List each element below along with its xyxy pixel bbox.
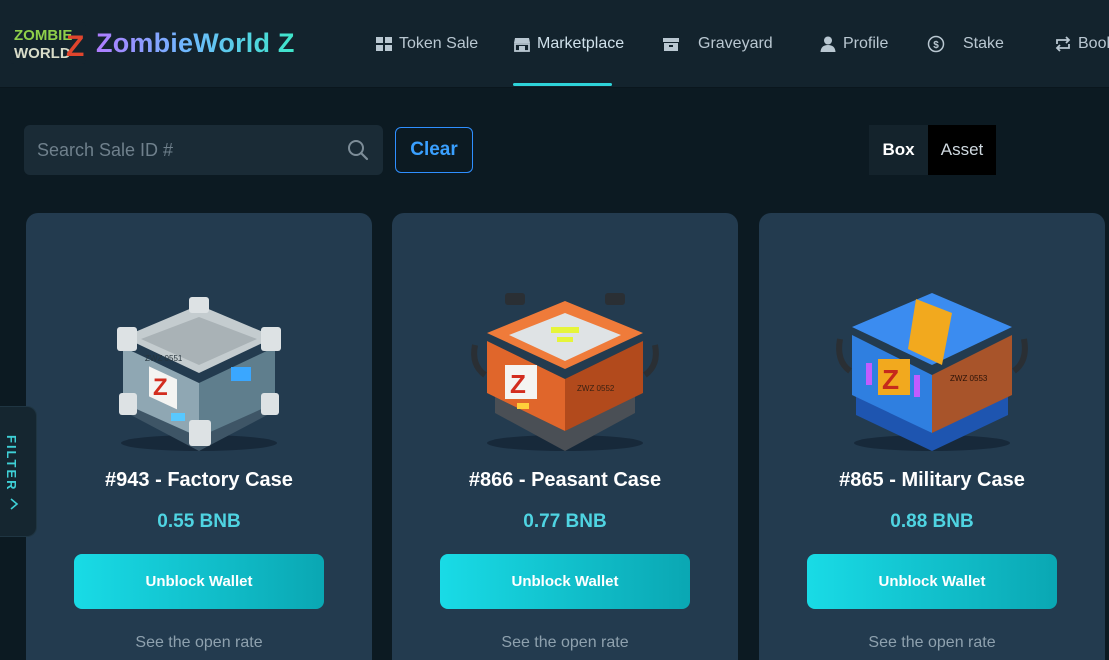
svg-text:Z: Z bbox=[882, 364, 899, 395]
peasant-case-image: Z ZWZ 0552 bbox=[471, 293, 659, 451]
box-icon bbox=[663, 38, 679, 51]
nav-book[interactable]: Book bbox=[1054, 0, 1109, 88]
nav-label: Book bbox=[1078, 35, 1109, 52]
search-box bbox=[24, 125, 383, 175]
product-card[interactable]: Z ZWZ 0551 #943 - Factory Case 0.55 BNB … bbox=[26, 213, 372, 660]
nav-marketplace[interactable]: Marketplace bbox=[513, 0, 624, 88]
svg-text:ZOMBIE: ZOMBIE bbox=[14, 27, 72, 44]
unblock-wallet-button[interactable]: Unblock Wallet bbox=[74, 554, 324, 609]
unblock-wallet-button[interactable]: Unblock Wallet bbox=[440, 554, 690, 609]
product-card[interactable]: Z ZWZ 0553 #865 - Military Case 0.88 BNB… bbox=[759, 213, 1105, 660]
nav-token-sale[interactable]: Token Sale bbox=[375, 0, 478, 88]
svg-text:WORLD: WORLD bbox=[14, 45, 71, 62]
box-code: ZWZ 0552 bbox=[577, 384, 615, 393]
brand-name[interactable]: ZombieWorld Z bbox=[96, 28, 295, 59]
nav-label: Graveyard bbox=[698, 35, 773, 52]
box-code: ZWZ 0553 bbox=[950, 374, 988, 383]
card-price: 0.55 BNB bbox=[157, 511, 241, 532]
zombieworld-logo[interactable]: ZOMBIE WORLD Z bbox=[10, 22, 86, 64]
military-case-image: Z ZWZ 0553 bbox=[836, 293, 1028, 451]
nav-stake[interactable]: $ Stake bbox=[927, 0, 1004, 88]
active-tab-indicator bbox=[513, 83, 612, 86]
nav-graveyard[interactable]: Graveyard bbox=[662, 0, 773, 88]
card-title: #865 - Military Case bbox=[839, 469, 1025, 491]
nav-label: Stake bbox=[963, 35, 1004, 52]
card-title: #866 - Peasant Case bbox=[468, 469, 662, 491]
factory-case-image: Z ZWZ 0551 bbox=[117, 297, 281, 451]
svg-text:Z: Z bbox=[66, 30, 84, 63]
nav-label: Profile bbox=[843, 35, 889, 52]
svg-text:Z: Z bbox=[153, 374, 168, 401]
card-price: 0.88 BNB bbox=[890, 511, 974, 532]
card-price: 0.77 BNB bbox=[523, 511, 607, 532]
search-input[interactable] bbox=[24, 139, 334, 161]
box-asset-toggle: Box Asset bbox=[869, 125, 996, 175]
filter-label: FILTER bbox=[4, 435, 19, 492]
grid-icon bbox=[376, 37, 392, 51]
filter-tab[interactable]: FILTER bbox=[0, 406, 37, 537]
toggle-asset[interactable]: Asset bbox=[928, 125, 996, 175]
clear-button[interactable]: Clear bbox=[395, 127, 473, 173]
open-rate-link[interactable]: See the open rate bbox=[759, 634, 1105, 652]
toggle-box[interactable]: Box bbox=[869, 125, 928, 175]
nav-profile[interactable]: Profile bbox=[819, 0, 888, 88]
chevron-right-icon bbox=[10, 498, 19, 510]
repeat-icon bbox=[1055, 36, 1071, 52]
dollar-coin-icon: $ bbox=[927, 35, 945, 53]
store-icon bbox=[514, 38, 530, 52]
unblock-wallet-button[interactable]: Unblock Wallet bbox=[807, 554, 1057, 609]
nav-label: Token Sale bbox=[399, 35, 479, 52]
product-card[interactable]: Z ZWZ 0552 #866 - Peasant Case 0.77 BNB … bbox=[392, 213, 738, 660]
svg-text:$: $ bbox=[933, 40, 939, 51]
user-icon bbox=[820, 36, 836, 52]
nav-label: Marketplace bbox=[537, 35, 625, 52]
card-title: #943 - Factory Case bbox=[105, 469, 293, 491]
svg-text:Z: Z bbox=[510, 369, 526, 399]
box-code: ZWZ 0551 bbox=[145, 354, 183, 363]
search-icon[interactable] bbox=[347, 139, 369, 161]
open-rate-link[interactable]: See the open rate bbox=[26, 634, 372, 652]
top-header: ZOMBIE WORLD Z ZombieWorld Z Token Sale … bbox=[0, 0, 1109, 88]
open-rate-link[interactable]: See the open rate bbox=[392, 634, 738, 652]
